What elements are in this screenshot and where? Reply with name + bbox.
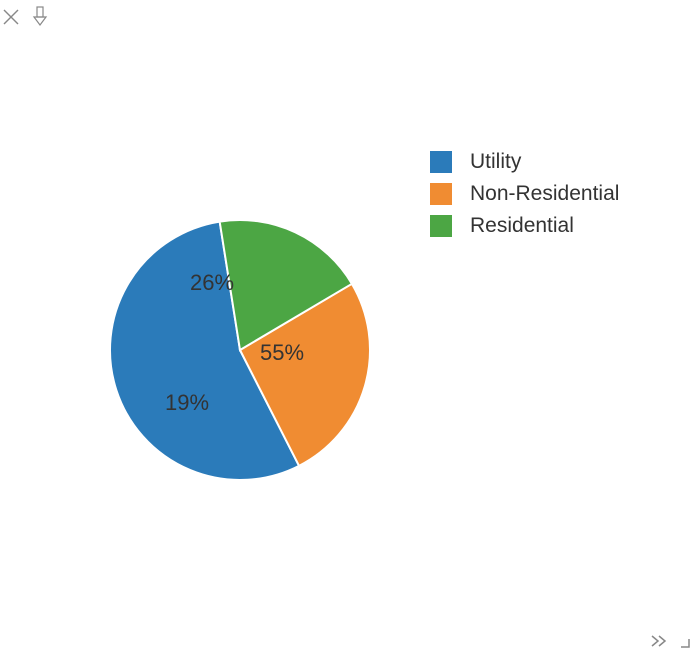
slice-label-utility: 55% <box>260 340 304 366</box>
legend-swatch <box>430 151 452 173</box>
legend-label: Residential <box>470 214 574 238</box>
slice-label-non-residential: 26% <box>190 270 234 296</box>
top-toolbar <box>2 6 50 28</box>
download-arrow-icon[interactable] <box>30 6 50 28</box>
legend-item-residential: Residential <box>430 214 619 238</box>
bottom-toolbar <box>650 634 690 648</box>
pie <box>110 220 370 480</box>
close-icon[interactable] <box>2 8 20 26</box>
resize-corner-icon[interactable] <box>676 634 690 648</box>
legend-swatch <box>430 215 452 237</box>
legend-swatch <box>430 183 452 205</box>
legend-item-utility: Utility <box>430 150 619 174</box>
legend: Utility Non-Residential Residential <box>430 150 619 238</box>
slice-label-residential: 19% <box>165 390 209 416</box>
legend-label: Utility <box>470 150 521 174</box>
legend-label: Non-Residential <box>470 182 619 206</box>
pie-chart: 55% 26% 19% Utility Non-Residential Resi… <box>0 140 700 540</box>
legend-item-non-residential: Non-Residential <box>430 182 619 206</box>
chevron-double-right-icon[interactable] <box>650 634 670 648</box>
